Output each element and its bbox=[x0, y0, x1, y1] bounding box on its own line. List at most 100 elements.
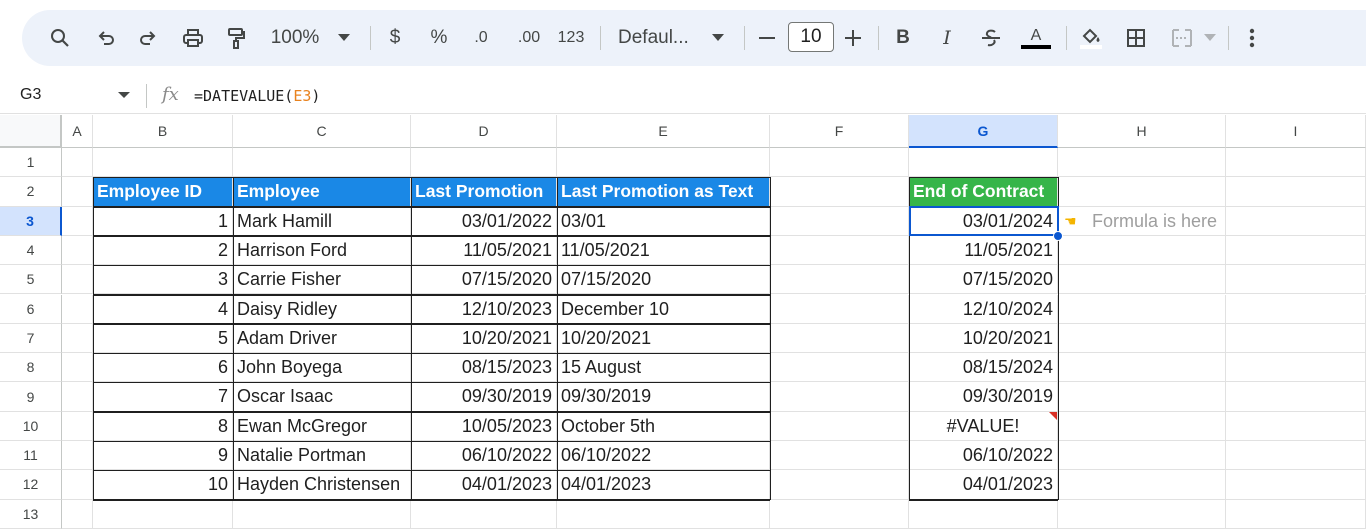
column-header-h[interactable]: H bbox=[1058, 115, 1226, 148]
table-cell[interactable]: 11/05/2021 bbox=[557, 235, 770, 266]
grid-cell[interactable] bbox=[1226, 441, 1366, 471]
table-cell[interactable]: 5 bbox=[93, 323, 233, 354]
grid-cell[interactable] bbox=[411, 148, 557, 178]
merge-cells-icon[interactable] bbox=[1168, 24, 1196, 52]
table-cell[interactable]: 4 bbox=[93, 294, 233, 324]
table-cell[interactable]: John Boyega bbox=[233, 353, 411, 383]
table-cell[interactable]: Mark Hamill bbox=[233, 206, 411, 236]
table-cell[interactable]: Natalie Portman bbox=[233, 441, 411, 471]
percent-format-button[interactable]: % bbox=[428, 24, 450, 52]
table-cell[interactable]: 6 bbox=[93, 353, 233, 383]
row-header-2[interactable]: 2 bbox=[0, 177, 62, 207]
row-header-13[interactable]: 13 bbox=[0, 499, 62, 529]
contract-header-cell[interactable]: End of Contract bbox=[909, 177, 1058, 207]
grid-cell[interactable] bbox=[1058, 441, 1226, 471]
redo-icon[interactable] bbox=[136, 24, 160, 52]
text-color-button[interactable]: A bbox=[1020, 24, 1052, 52]
grid-cell[interactable] bbox=[557, 148, 770, 178]
contract-cell[interactable]: 10/20/2021 bbox=[909, 323, 1058, 354]
grid-cell[interactable] bbox=[909, 148, 1058, 178]
chevron-down-icon[interactable] bbox=[336, 24, 352, 52]
row-header-11[interactable]: 11 bbox=[0, 441, 62, 471]
grid-cell[interactable] bbox=[1226, 411, 1366, 441]
contract-cell[interactable]: 07/15/2020 bbox=[909, 265, 1058, 295]
table-cell[interactable]: 03/01 bbox=[557, 206, 770, 236]
table-cell[interactable]: 07/15/2020 bbox=[557, 265, 770, 295]
table-cell[interactable]: 04/01/2023 bbox=[557, 470, 770, 500]
italic-button[interactable]: I bbox=[936, 24, 958, 52]
row-header-6[interactable]: 6 bbox=[0, 294, 62, 324]
table-cell[interactable]: 03/01/2022 bbox=[411, 206, 557, 236]
decrease-font-size-icon[interactable] bbox=[756, 24, 778, 52]
table-cell[interactable]: 06/10/2022 bbox=[411, 441, 557, 471]
grid-cell[interactable] bbox=[1058, 353, 1226, 383]
grid-cell[interactable] bbox=[770, 235, 909, 266]
table-cell[interactable]: 3 bbox=[93, 265, 233, 295]
fill-handle[interactable] bbox=[1053, 230, 1063, 241]
search-icon[interactable] bbox=[48, 24, 72, 52]
contract-cell[interactable]: 06/10/2022 bbox=[909, 441, 1058, 471]
table-cell[interactable]: 7 bbox=[93, 382, 233, 412]
table-cell[interactable]: Ewan McGregor bbox=[233, 411, 411, 441]
grid-cell[interactable] bbox=[62, 411, 93, 441]
table-header-cell[interactable]: Last Promotion bbox=[411, 177, 557, 207]
table-cell[interactable]: 15 August bbox=[557, 353, 770, 383]
grid-cell[interactable] bbox=[770, 265, 909, 295]
bold-button[interactable]: B bbox=[892, 24, 914, 52]
table-cell[interactable]: 1 bbox=[93, 206, 233, 236]
decrease-decimal-button[interactable]: .0 bbox=[468, 24, 494, 52]
grid-cell[interactable] bbox=[62, 235, 93, 266]
grid-cell[interactable] bbox=[93, 148, 233, 178]
grid-cell[interactable] bbox=[1058, 411, 1226, 441]
grid-cell[interactable] bbox=[909, 499, 1058, 529]
grid-cell[interactable] bbox=[1058, 323, 1226, 354]
grid-cell[interactable] bbox=[770, 441, 909, 471]
grid-cell[interactable] bbox=[770, 148, 909, 178]
grid-cell[interactable] bbox=[62, 499, 93, 529]
grid-cell[interactable] bbox=[1226, 499, 1366, 529]
column-header-b[interactable]: B bbox=[93, 115, 233, 148]
grid-cell[interactable] bbox=[1058, 265, 1226, 295]
grid-cell[interactable] bbox=[62, 441, 93, 471]
grid-cell[interactable] bbox=[770, 177, 909, 207]
table-cell[interactable]: 10/20/2021 bbox=[411, 323, 557, 354]
grid-cell[interactable] bbox=[411, 499, 557, 529]
row-header-5[interactable]: 5 bbox=[0, 265, 62, 295]
grid-cell[interactable] bbox=[1226, 265, 1366, 295]
table-cell[interactable]: October 5th bbox=[557, 411, 770, 441]
chevron-down-icon[interactable] bbox=[1202, 24, 1218, 52]
contract-cell[interactable]: 08/15/2024 bbox=[909, 353, 1058, 383]
grid-cell[interactable] bbox=[1226, 353, 1366, 383]
grid-cell[interactable] bbox=[62, 382, 93, 412]
grid-cell[interactable] bbox=[1058, 499, 1226, 529]
table-cell[interactable]: 10/20/2021 bbox=[557, 323, 770, 354]
table-cell[interactable]: 11/05/2021 bbox=[411, 235, 557, 266]
font-size-input[interactable]: 10 bbox=[788, 22, 834, 52]
contract-cell[interactable]: 09/30/2019 bbox=[909, 382, 1058, 412]
font-select[interactable]: Defaul... bbox=[618, 24, 698, 52]
contract-cell[interactable]: 11/05/2021 bbox=[909, 235, 1058, 266]
grid-cell[interactable] bbox=[1226, 323, 1366, 354]
table-cell[interactable]: Carrie Fisher bbox=[233, 265, 411, 295]
table-cell[interactable]: 09/30/2019 bbox=[411, 382, 557, 412]
column-header-g[interactable]: G bbox=[909, 115, 1058, 148]
column-header-e[interactable]: E bbox=[557, 115, 770, 148]
grid-cell[interactable] bbox=[1058, 382, 1226, 412]
grid-cell[interactable] bbox=[770, 323, 909, 354]
grid-cell[interactable] bbox=[1226, 148, 1366, 178]
more-options-icon[interactable] bbox=[1244, 24, 1260, 52]
table-cell[interactable]: Hayden Christensen bbox=[233, 470, 411, 500]
table-cell[interactable]: Oscar Isaac bbox=[233, 382, 411, 412]
grid-cell[interactable] bbox=[62, 148, 93, 178]
currency-format-button[interactable]: $ bbox=[384, 24, 406, 52]
grid-cell[interactable] bbox=[233, 499, 411, 529]
contract-cell[interactable]: #VALUE! bbox=[909, 411, 1058, 441]
grid-cell[interactable] bbox=[1226, 382, 1366, 412]
table-cell[interactable]: 09/30/2019 bbox=[557, 382, 770, 412]
undo-icon[interactable] bbox=[94, 24, 118, 52]
grid-cell[interactable] bbox=[1058, 177, 1226, 207]
column-header-i[interactable]: I bbox=[1226, 115, 1366, 148]
fill-color-icon[interactable] bbox=[1076, 24, 1106, 52]
column-header-c[interactable]: C bbox=[233, 115, 411, 148]
grid-cell[interactable] bbox=[1226, 470, 1366, 500]
